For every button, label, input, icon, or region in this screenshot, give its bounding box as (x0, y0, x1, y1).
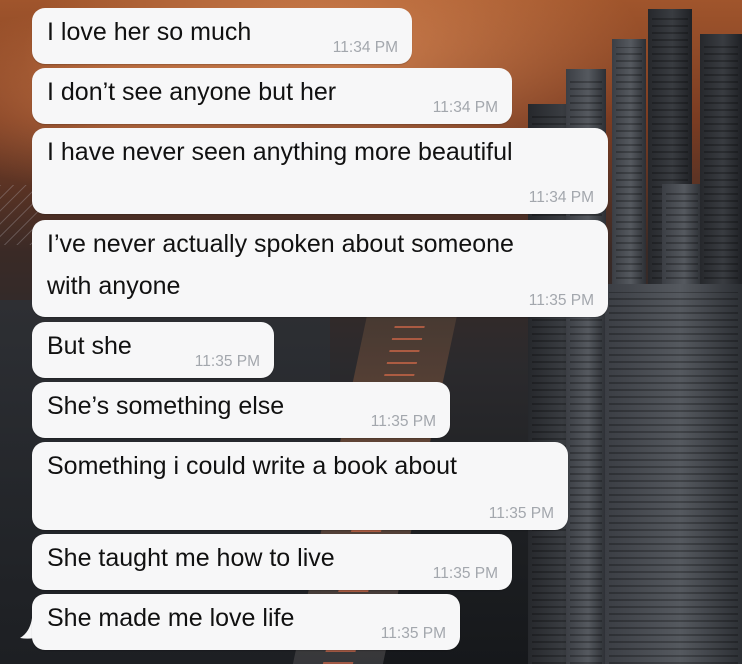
message-text: I don’t see anyone but her (47, 78, 337, 106)
message-bubble[interactable]: I love her so much 11:34 PM (32, 8, 412, 64)
message-bubble[interactable]: She taught me how to live 11:35 PM (32, 534, 512, 590)
message-text: I’ve never actually spoken about someone… (47, 230, 514, 300)
message-bubble[interactable]: She’s something else 11:35 PM (32, 382, 450, 438)
message-timestamp: 11:35 PM (488, 505, 554, 522)
message-bubble[interactable]: I have never seen anything more beautifu… (32, 128, 608, 214)
message-text: But she (47, 332, 132, 360)
message-timestamp: 11:34 PM (432, 99, 498, 116)
message-bubble[interactable]: She made me love life 11:35 PM (32, 594, 460, 650)
message-bubble[interactable]: Something i could write a book about 11:… (32, 442, 568, 530)
message-text: She’s something else (47, 392, 285, 420)
message-timestamp: 11:34 PM (332, 39, 398, 56)
message-text: She made me love life (47, 604, 295, 632)
message-timestamp: 11:35 PM (370, 413, 436, 430)
message-text: I love her so much (47, 18, 252, 46)
message-text: She taught me how to live (47, 544, 335, 572)
message-timestamp: 11:35 PM (432, 565, 498, 582)
message-text: Something i could write a book about (47, 452, 457, 480)
message-bubble[interactable]: I’ve never actually spoken about someone… (32, 220, 608, 317)
message-timestamp: 11:35 PM (528, 292, 594, 309)
message-bubble[interactable]: But she 11:35 PM (32, 322, 274, 378)
message-text: I have never seen anything more beautifu… (47, 138, 513, 166)
message-bubble[interactable]: I don’t see anyone but her 11:34 PM (32, 68, 512, 124)
message-timestamp: 11:35 PM (380, 625, 446, 642)
message-timestamp: 11:35 PM (194, 353, 260, 370)
message-timestamp: 11:34 PM (528, 189, 594, 206)
building (605, 284, 742, 664)
